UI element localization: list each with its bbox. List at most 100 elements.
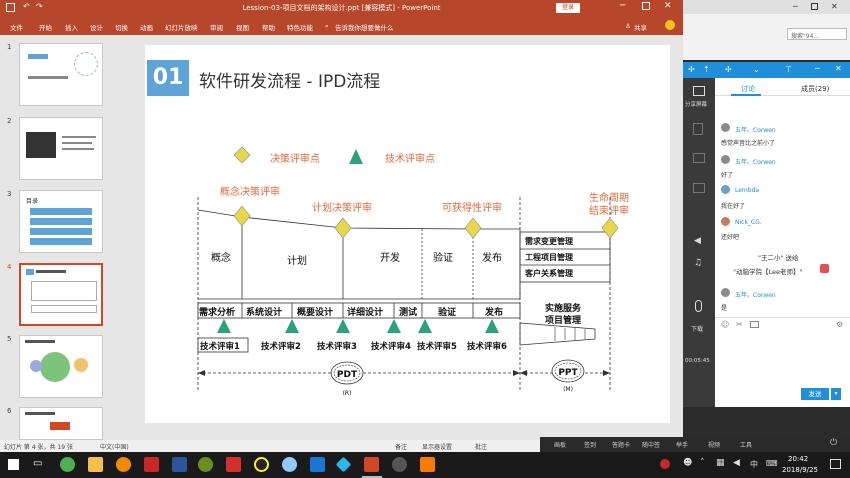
search-app-icon[interactable]	[116, 457, 131, 472]
tab-features[interactable]: 特色功能	[287, 22, 313, 32]
windows-start-icon[interactable]	[8, 459, 19, 470]
notes-button[interactable]: 备注	[395, 442, 407, 451]
tool-tools[interactable]: 工具	[740, 440, 752, 449]
volume-icon[interactable]: ◀	[733, 458, 740, 468]
app-icon[interactable]	[226, 457, 241, 472]
network-icon[interactable]: ▦	[716, 458, 725, 468]
app-icon[interactable]	[282, 457, 297, 472]
session-time: 00:05:45	[685, 358, 710, 364]
tab-members[interactable]: 成员(29)	[801, 84, 829, 94]
display-settings-button[interactable]: 显示器设置	[422, 442, 452, 451]
close-button[interactable]: ✕	[664, 1, 672, 11]
chrome-icon[interactable]	[60, 457, 75, 472]
mgmt-engineering: 工程项目管理	[525, 252, 573, 262]
move-icon[interactable]: ✢	[725, 65, 732, 74]
tech-point-1	[217, 319, 231, 333]
avatar	[721, 217, 730, 226]
ime-indicator[interactable]: 中	[750, 459, 758, 470]
speaker-icon[interactable]: ◀	[694, 236, 701, 246]
doc-icon[interactable]	[693, 123, 703, 135]
tab-transitions[interactable]: 切换	[115, 22, 128, 32]
tab-review[interactable]: 审阅	[210, 22, 223, 32]
mic-icon[interactable]	[695, 300, 702, 312]
share-screen-icon[interactable]	[693, 86, 705, 96]
tell-me-input[interactable]: 告诉我你想要做什么	[335, 22, 394, 32]
music-icon[interactable]: ♫	[694, 258, 702, 268]
slide-thumbnail-1[interactable]	[19, 43, 103, 106]
qq-icon[interactable]	[254, 457, 269, 472]
tool-whiteboard[interactable]: 画板	[554, 440, 566, 449]
power-icon[interactable]: ⏻	[830, 438, 837, 448]
app-icon[interactable]	[310, 457, 325, 472]
tool-video[interactable]: 视频	[708, 440, 720, 449]
slide-thumbnail-5[interactable]	[19, 335, 103, 398]
share-screen-label[interactable]: 分享屏幕	[685, 100, 707, 108]
minimize-button[interactable]: ─	[620, 1, 625, 11]
pin-icon[interactable]: ✢	[688, 65, 695, 74]
chevron-up-icon[interactable]: ˄	[700, 458, 705, 468]
scissors-icon[interactable]: ✂	[736, 320, 743, 329]
tech-point-6	[485, 319, 499, 333]
task-view-icon[interactable]: ▭	[33, 458, 42, 469]
tab-design[interactable]: 设计	[90, 22, 103, 32]
tab-animations[interactable]: 动画	[140, 22, 153, 32]
minimize-button[interactable]: ─	[815, 64, 820, 73]
people-icon[interactable]: ☻	[683, 458, 692, 468]
word-icon[interactable]	[172, 457, 187, 472]
smiley-icon[interactable]	[665, 20, 675, 30]
tool-checkin[interactable]: 签到	[584, 440, 596, 449]
login-button[interactable]: 登录	[556, 3, 581, 13]
label-availability-review: 可获得性评审	[442, 201, 502, 214]
send-options-icon[interactable]: ▾	[831, 388, 841, 400]
folder-icon[interactable]	[88, 457, 103, 472]
step-verify: 验证	[438, 306, 456, 318]
close-button[interactable]: ✕	[831, 2, 838, 11]
tool-random[interactable]: 随中签	[642, 440, 660, 449]
maximize-button[interactable]	[642, 2, 650, 10]
slide-thumbnails: 1 2 3 目录 4 5 6	[0, 35, 120, 440]
notification-icon[interactable]	[830, 459, 841, 469]
chat-input[interactable]	[715, 332, 850, 382]
app-x-icon[interactable]	[144, 457, 159, 472]
tab-view[interactable]: 视图	[236, 22, 249, 32]
maximize-button[interactable]	[811, 3, 818, 10]
slide-thumbnail-4[interactable]	[19, 263, 103, 326]
tab-file[interactable]: 文件	[10, 22, 23, 32]
send-button[interactable]: 发送	[801, 388, 829, 400]
emoji-icon[interactable]: ☺	[721, 320, 729, 329]
download-label[interactable]: 下载	[691, 324, 703, 333]
slide-thumbnail-3[interactable]: 目录	[19, 190, 103, 253]
share-button[interactable]: 共享	[634, 22, 647, 32]
tab-help[interactable]: 帮助	[262, 22, 275, 32]
browser-search-box[interactable]: 搜索"94...	[787, 28, 847, 40]
app-icon[interactable]	[335, 456, 352, 473]
up-icon[interactable]: ⇡	[703, 65, 710, 74]
app-icon[interactable]	[392, 457, 407, 472]
app-icon[interactable]	[198, 457, 213, 472]
tool-answer-card[interactable]: 答题卡	[612, 440, 630, 449]
tab-insert[interactable]: 插入	[65, 22, 78, 32]
tab-discussion[interactable]: 讨论	[741, 84, 755, 94]
image-icon[interactable]	[750, 321, 759, 328]
slide-thumbnail-6[interactable]	[19, 407, 103, 440]
slide-thumbnail-2[interactable]	[19, 117, 103, 180]
tool-raise-hand[interactable]: 举手	[676, 440, 688, 449]
powerpoint-icon[interactable]	[364, 457, 379, 472]
pin2-icon[interactable]: ⊤	[785, 65, 792, 74]
minimize-button[interactable]: ─	[793, 2, 798, 11]
camera-icon[interactable]	[693, 183, 705, 193]
tab-home[interactable]: 开始	[39, 22, 52, 32]
keyboard-icon[interactable]: ⌨	[766, 459, 778, 468]
clock-time[interactable]: 20:42	[788, 455, 808, 463]
chevron-down-icon[interactable]: ⌄	[753, 65, 760, 74]
tab-slideshow[interactable]: 幻灯片放映	[165, 22, 198, 32]
whiteboard-icon[interactable]	[693, 153, 705, 163]
tech-review-1: 技术评审1	[200, 341, 240, 352]
clock-date[interactable]: 2018/9/25	[782, 466, 818, 474]
settings-icon[interactable]: ⚙	[836, 320, 843, 329]
comments-button[interactable]: 批注	[475, 442, 487, 451]
close-button[interactable]: ✕	[835, 64, 842, 73]
app-icon[interactable]	[420, 457, 435, 472]
tray-icon[interactable]	[660, 459, 670, 469]
ipd-diagram: 决策评审点 技术评审点 概念决策评审 计划决策评审 可获得性评审 生命周期 结束…	[197, 146, 629, 397]
